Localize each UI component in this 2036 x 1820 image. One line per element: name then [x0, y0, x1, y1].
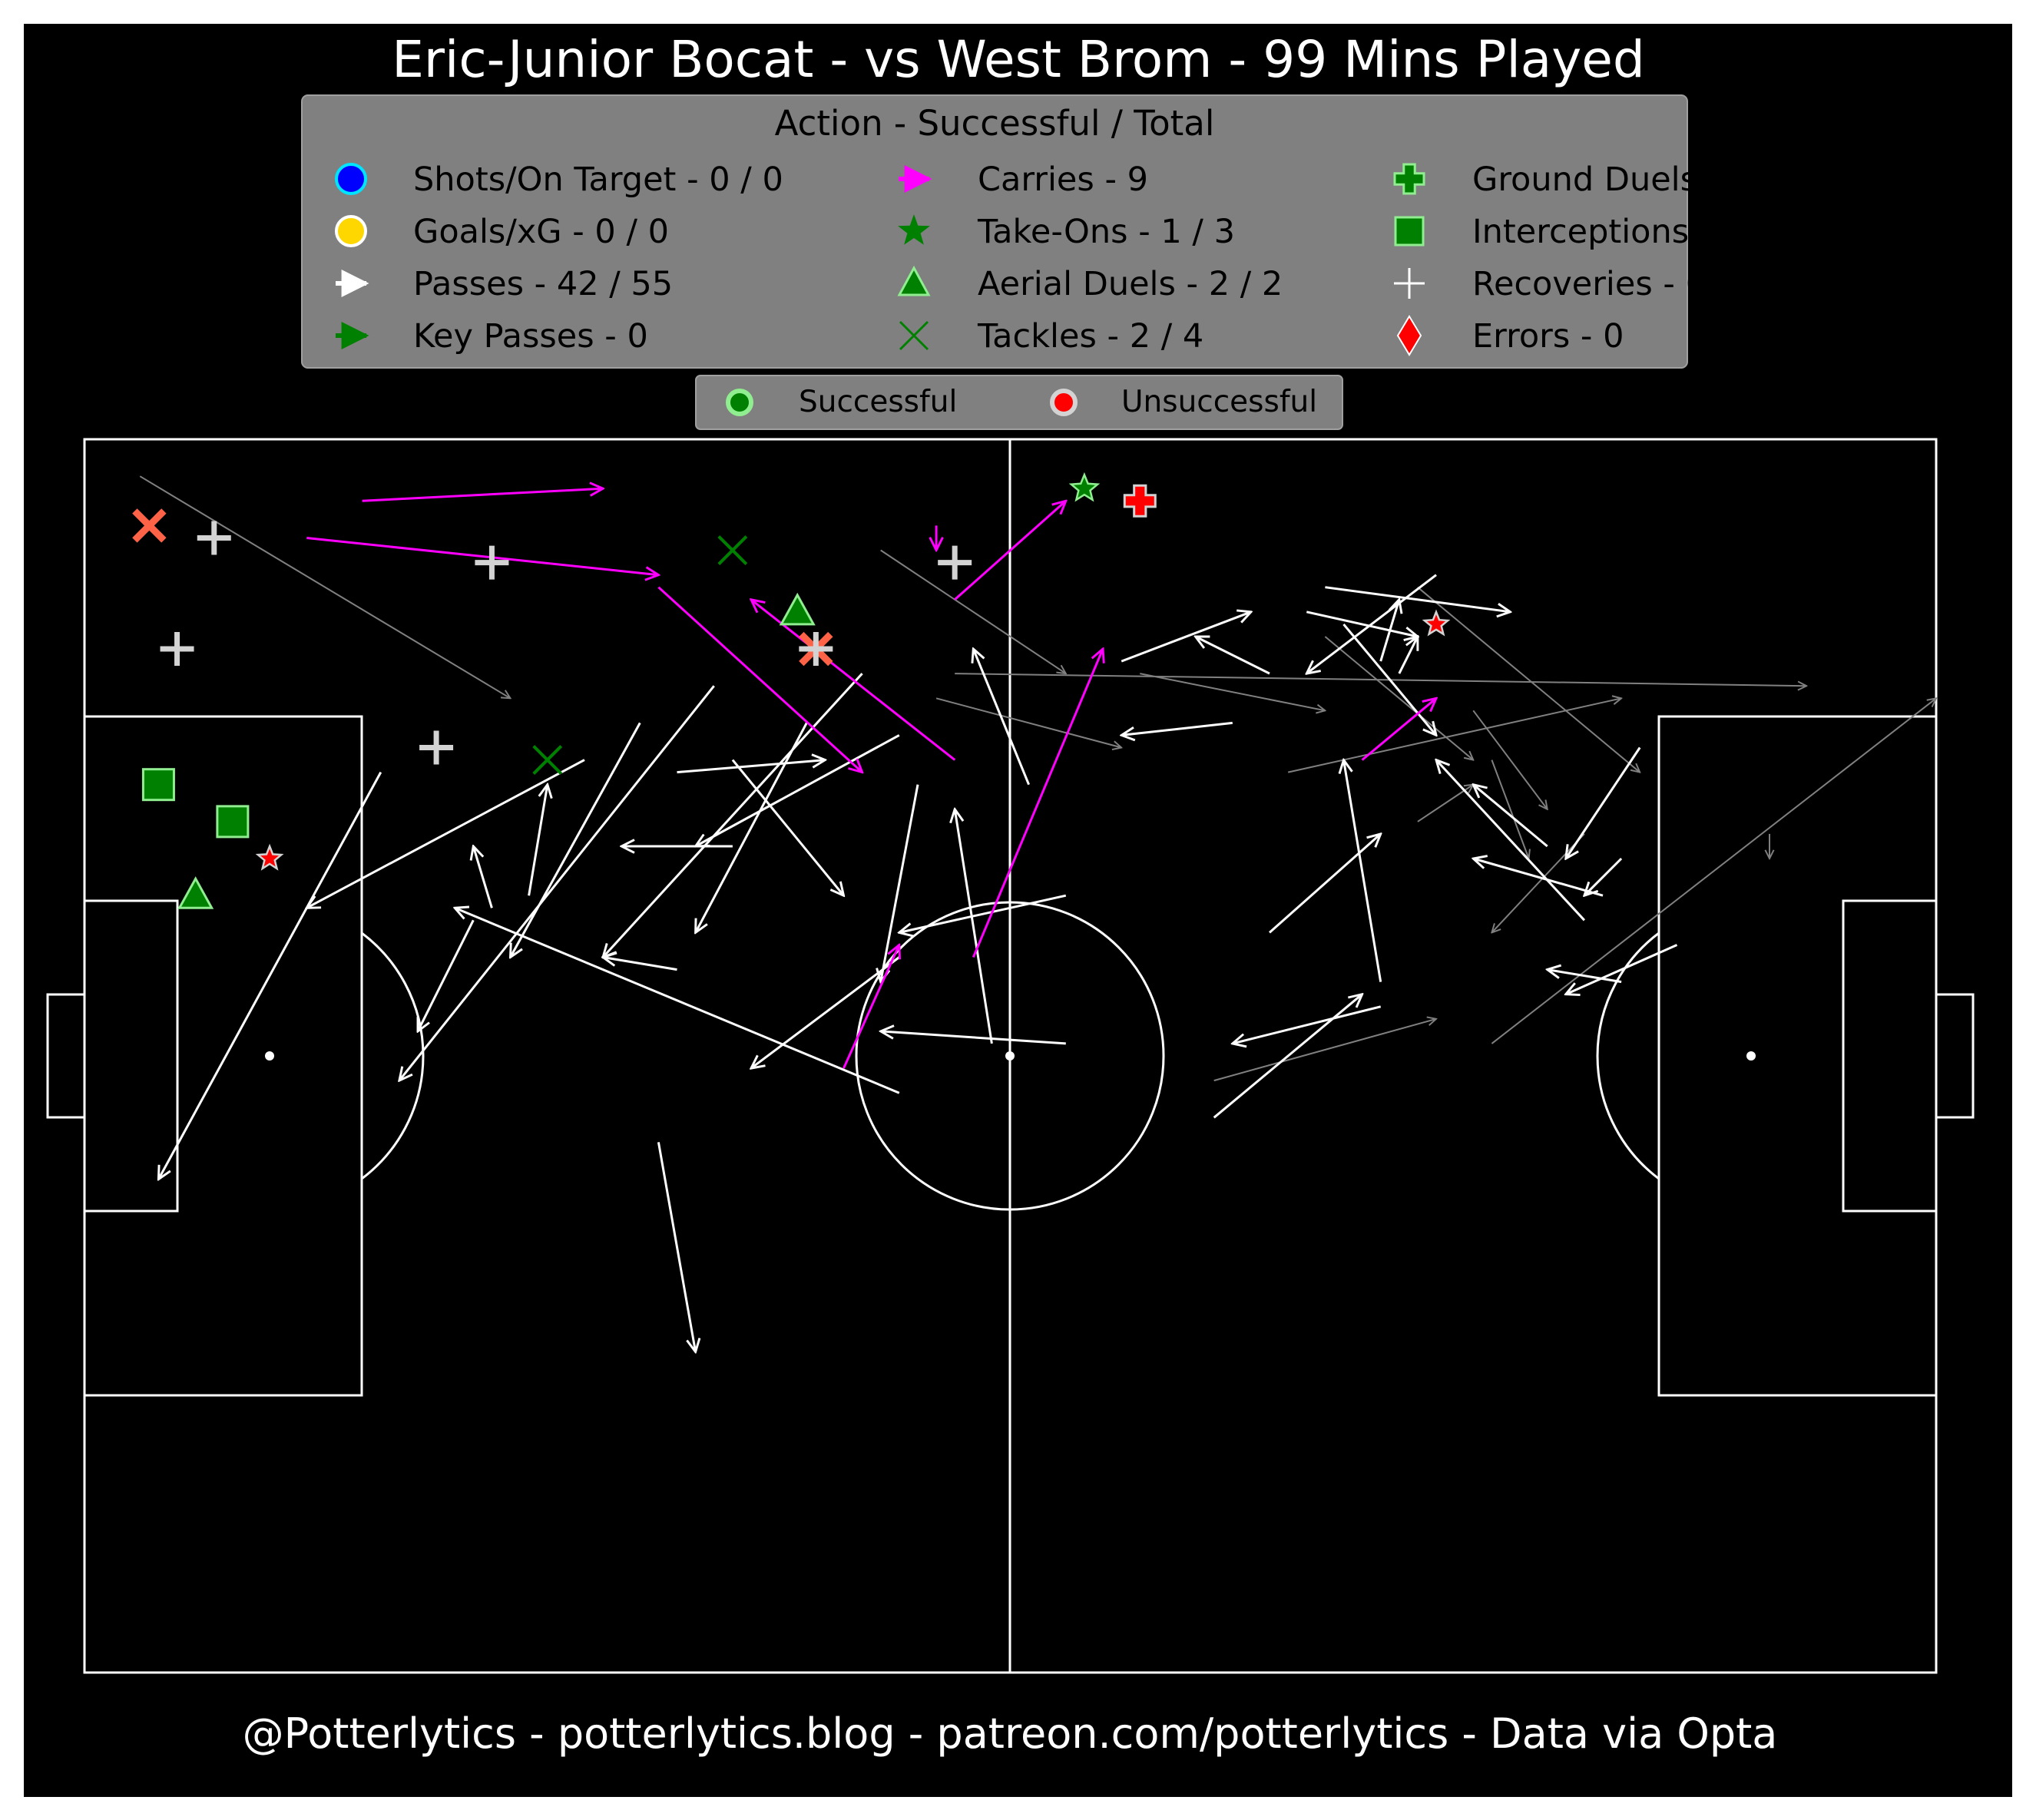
legend-label: Carries - 9: [978, 160, 1148, 199]
chart-title: Eric-Junior Bocat - vs West Brom - 99 Mi…: [392, 30, 1645, 89]
legend-label: Key Passes - 0: [413, 317, 648, 356]
unsuccessful-label: Unsuccessful: [1121, 385, 1317, 419]
legend-label: Take-Ons - 1 / 3: [977, 213, 1235, 251]
interception-marker: [216, 805, 250, 839]
outcome-legend: Successful Unsuccessful: [695, 375, 1343, 430]
legend: Action - Successful / Total Shots/On Tar…: [301, 94, 1804, 369]
legend-label: Interceptions - 2 / 2: [1472, 213, 1796, 251]
legend-label: Recoveries - 6: [1472, 265, 1707, 303]
successful-marker-icon: [726, 389, 753, 416]
circle-icon: [335, 215, 367, 247]
legend-label: Shots/On Target - 0 / 0: [413, 160, 783, 199]
successful-label: Successful: [799, 385, 957, 419]
legend-label: Ground Duels - 0 / 1: [1472, 160, 1804, 199]
legend-label: Tackles - 2 / 4: [977, 317, 1203, 356]
centre-spot: [1005, 1051, 1015, 1061]
right-penalty-spot: [1746, 1051, 1756, 1061]
footer-credit: @Potterlytics - potterlytics.blog - patr…: [243, 1709, 1778, 1758]
interception-marker: [141, 768, 175, 802]
legend-label: Goals/xG - 0 / 0: [413, 213, 669, 251]
legend-label: Errors - 0: [1472, 317, 1624, 356]
pitch-action-chart: Eric-Junior Bocat - vs West Brom - 99 Mi…: [0, 0, 2036, 1820]
circle-icon: [335, 163, 367, 195]
legend-label: Aerial Duels - 2 / 2: [978, 265, 1283, 303]
left-penalty-spot: [265, 1051, 274, 1061]
square-icon: [1394, 216, 1425, 247]
unsuccessful-marker-icon: [1050, 389, 1078, 416]
legend-label: Passes - 42 / 55: [413, 265, 673, 303]
legend-title: Action - Successful / Total: [775, 103, 1215, 144]
chart-canvas: Eric-Junior Bocat - vs West Brom - 99 Mi…: [24, 24, 2012, 1797]
